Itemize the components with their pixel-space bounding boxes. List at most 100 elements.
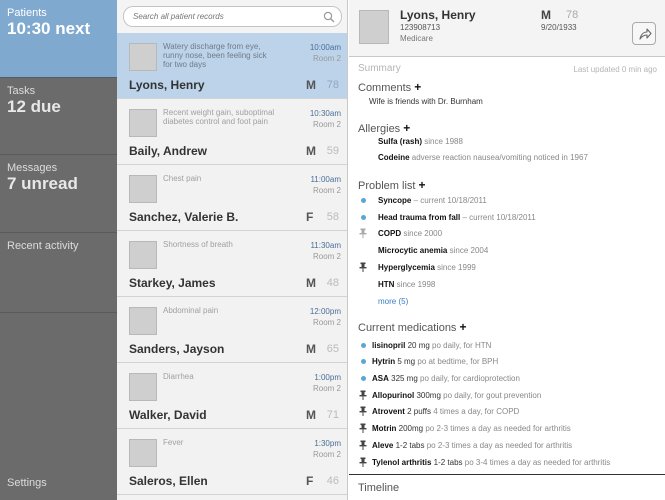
summary-item: Syncope – current 10/18/2011 — [378, 196, 487, 205]
item-name: Tylenol arthritis — [372, 458, 432, 467]
search-icon[interactable] — [323, 11, 335, 23]
pin-icon[interactable] — [359, 423, 367, 433]
nav-recent-label: Recent activity — [7, 240, 79, 252]
item-name: Atrovent — [372, 407, 405, 416]
chief-complaint: Diarrhea — [163, 372, 194, 381]
item-detail: – current 10/18/2011 — [411, 196, 487, 205]
summary-item: Motrin 200mg po 2-3 times a day as neede… — [372, 424, 571, 433]
summary-item: HTN since 1998 — [378, 280, 435, 289]
pin-icon[interactable] — [359, 440, 367, 450]
item-detail: po at bedtime, for BPH — [415, 357, 499, 366]
allergies-header: Allergies + — [358, 121, 410, 135]
patient-age: 78 — [566, 9, 579, 21]
patient-row[interactable]: Shortness of breath 11:30am Room 2 Starkey,… — [117, 231, 347, 297]
search-box[interactable] — [123, 6, 342, 27]
comments-header: Comments + — [358, 80, 421, 94]
patient-thumbnail — [129, 307, 157, 335]
status-dot-icon — [361, 198, 366, 203]
patient-name: Sanchez, Valerie B. — [129, 210, 239, 224]
item-detail: po daily, for HTN — [429, 341, 492, 350]
share-button[interactable] — [632, 22, 656, 45]
pin-icon[interactable] — [359, 390, 367, 400]
appointment-time: 12:00pm — [309, 307, 341, 316]
nav-item-recent-activity[interactable]: Recent activity — [0, 233, 117, 313]
patient-row[interactable]: Fever 1:30pm Room 2 Saleros, Ellen F 46 — [117, 429, 347, 495]
patient-thumbnail — [129, 241, 157, 269]
patient-row[interactable]: Chest pain 11:00am Room 2 Sanchez, Valerie … — [117, 165, 347, 231]
item-name: Sulfa (rash) — [378, 137, 423, 146]
appointment-time: 11:30am — [310, 241, 341, 250]
appointment-time: 11:00am — [310, 175, 341, 184]
item-detail: since 2004 — [447, 246, 489, 255]
chief-complaint: Recent weight gain, suboptimal diabetes … — [163, 108, 275, 126]
timeline-label: Timeline — [358, 482, 400, 494]
patient-row[interactable]: Diarrhea 1:00pm Room 2 Walker, David M 71 — [117, 363, 347, 429]
item-dose: 1-2 tabs — [431, 458, 463, 467]
patient-thumbnail — [129, 439, 157, 467]
chief-complaint: Watery discharge from eye, runny nose, b… — [163, 42, 267, 69]
appointment-time: 1:00pm — [314, 373, 341, 382]
nav-item-tasks[interactable]: Tasks 12 due — [0, 78, 117, 155]
patient-row[interactable]: Watery discharge from eye, runny nose, b… — [117, 33, 347, 99]
last-updated: Last updated 0 min ago — [573, 65, 657, 74]
nav-item-settings[interactable]: Settings — [0, 470, 117, 500]
summary-item: Microcytic anemia since 2004 — [378, 246, 488, 255]
item-detail: 4 times a day, for COPD — [430, 407, 520, 416]
room-label: Room 2 — [312, 384, 341, 393]
item-name: Hytrin — [372, 357, 396, 366]
patient-row[interactable]: Abdominal pain 12:00pm Room 2 Sanders, Jays… — [117, 297, 347, 363]
patient-name: Sanders, Jayson — [129, 342, 225, 356]
patient-mrn: 123908713 — [400, 23, 441, 32]
add-current-medications-button[interactable]: + — [459, 320, 466, 334]
patient-sex: M — [306, 276, 316, 290]
pin-icon[interactable] — [359, 457, 367, 467]
nav-item-patients[interactable]: Patients 10:30 next — [0, 0, 117, 78]
patient-age: 59 — [326, 145, 339, 157]
summary-item: ASA 325 mg po daily, for cardioprotectio… — [372, 374, 520, 383]
item-detail: – current 10/18/2011 — [460, 213, 536, 222]
patient-age: 48 — [326, 277, 339, 289]
status-dot-icon — [361, 376, 366, 381]
more-problems-link[interactable]: more (5) — [378, 297, 408, 306]
item-name: Codeine — [378, 153, 410, 162]
current-medications-header: Current medications + — [358, 320, 466, 334]
item-name: Motrin — [372, 424, 397, 433]
patient-age: 78 — [326, 79, 339, 91]
comment-text: Wife is friends with Dr. Burnham — [369, 97, 483, 106]
patient-row[interactable]: Recent weight gain, suboptimal diabetes … — [117, 99, 347, 165]
patient-age: 58 — [326, 211, 339, 223]
patient-detail-pane: Lyons, Henry 123908713 Medicare M 78 9/2… — [349, 0, 665, 500]
patient-age: 71 — [326, 409, 339, 421]
add-comments-button[interactable]: + — [414, 80, 421, 94]
search-input[interactable] — [133, 12, 313, 21]
patient-thumbnail — [129, 175, 157, 203]
patient-sex: F — [306, 474, 314, 488]
add-allergies-button[interactable]: + — [403, 121, 410, 135]
status-dot-icon — [361, 215, 366, 220]
nav-item-messages[interactable]: Messages 7 unread — [0, 155, 117, 233]
patient-sex: M — [306, 78, 316, 92]
pin-icon[interactable] — [359, 228, 367, 238]
forward-arrow-icon — [639, 28, 652, 40]
item-name: Syncope — [378, 196, 412, 205]
patient-thumbnail — [129, 43, 157, 71]
item-detail: po 3-4 times a day as needed for arthrit… — [462, 458, 611, 467]
patient-name: Lyons, Henry — [129, 78, 205, 92]
summary-item: COPD since 2000 — [378, 229, 442, 238]
pin-icon[interactable] — [359, 406, 367, 416]
item-name: lisinopril — [372, 341, 406, 350]
item-detail: since 1988 — [422, 137, 463, 146]
item-name: HTN — [378, 280, 395, 289]
chief-complaint: Shortness of breath — [163, 240, 233, 249]
patient-name: Lyons, Henry — [400, 8, 476, 22]
current-medications-title: Current medications — [358, 322, 457, 334]
chief-complaint: Chest pain — [163, 174, 202, 183]
pin-icon[interactable] — [359, 262, 367, 272]
item-dose: 200mg — [396, 424, 424, 433]
add-problem-list-button[interactable]: + — [418, 178, 425, 192]
item-dose: 325 mg — [388, 374, 418, 383]
nav-tasks-value: 12 due — [7, 97, 61, 116]
status-dot-icon — [361, 343, 366, 348]
item-name: ASA — [372, 374, 389, 383]
item-dose: 5 mg — [395, 357, 416, 366]
